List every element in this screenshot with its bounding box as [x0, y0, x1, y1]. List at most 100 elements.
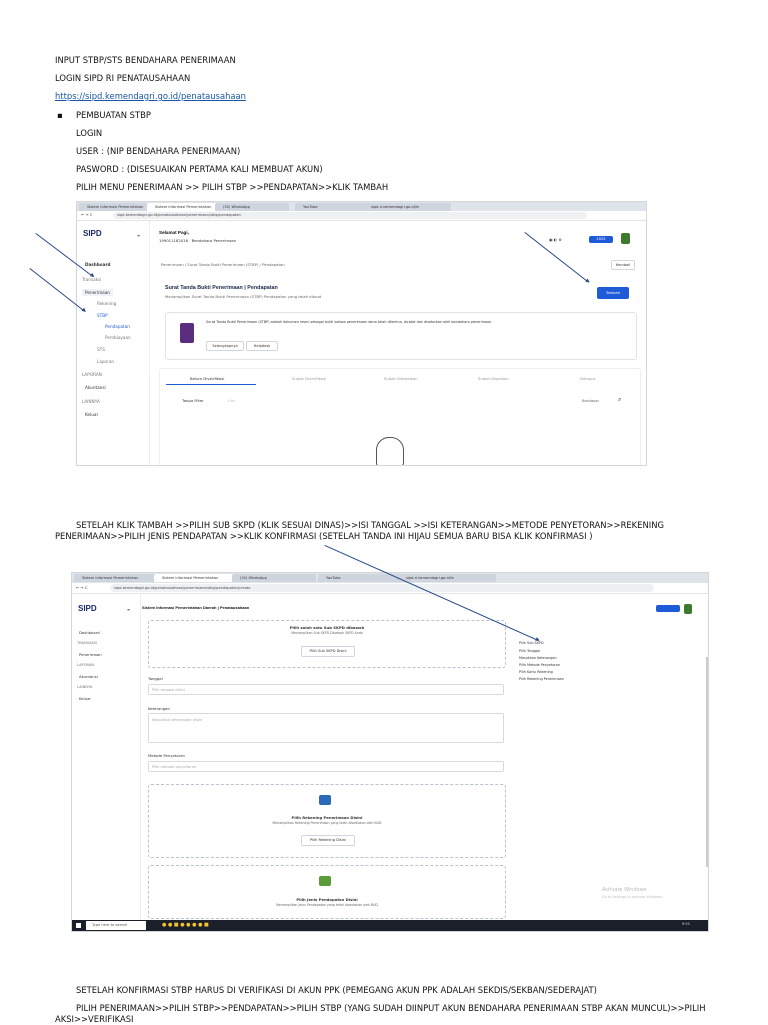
tab-sudah-dibatalkan[interactable]: Sudah Dibatalkan	[384, 376, 418, 381]
header-icons[interactable]: ▣ ◐ ⚙	[549, 237, 562, 242]
doc-heading-input-stbp: INPUT STBP/STS BENDAHARA PENERIMAAN	[55, 55, 236, 65]
page-subtitle: Menampilkan Surat Tanda Bukti Penerimaan…	[165, 294, 322, 299]
screenshot-stbp-list: Sistem Informasi Pemerintahan Sistem Inf…	[76, 201, 647, 466]
sidebar: SIPD ≡ Dashboard TRANSAKSI Penerimaan LA…	[72, 594, 141, 920]
jenis-subtitle: Menampilkan Jenis Pendapatan yang telah …	[276, 903, 378, 907]
sidebar-item-penerimaan[interactable]: Penerimaan	[82, 289, 113, 296]
browser-tab-bar: Sistem Informasi Pemerintahan Sistem Inf…	[77, 202, 646, 211]
browser-tab[interactable]: (32) WhatsApp	[215, 203, 289, 211]
url-field[interactable]: sipd.kemendagri.go.id/penatausahaan/pene…	[110, 584, 654, 592]
pilih-sub-skpd-subtitle: Menampilkan Sub SKPD Dibawah SKPD Anda	[291, 631, 363, 635]
document-icon	[180, 323, 194, 343]
browser-tab[interactable]: Sistem Informasi Pemerintahan	[74, 574, 158, 582]
tab-dihapus[interactable]: Dihapus	[580, 376, 596, 381]
scrollbar[interactable]	[706, 657, 708, 867]
screenshot-stbp-form: Sistem Informasi Pemerintahan Sistem Inf…	[71, 572, 709, 932]
search-input[interactable]: Cari	[228, 398, 236, 403]
helpdesk-button[interactable]: Helpdesk	[246, 341, 278, 351]
pilih-rekening-button[interactable]: Pilih Rekening Disini	[301, 835, 355, 846]
search-icon[interactable]: ⌕	[618, 396, 621, 404]
hamburger-icon[interactable]: ≡	[127, 607, 130, 612]
info-card: Surat Tanda Bukti Penerimaan (STBP) adal…	[165, 312, 637, 360]
browser-address-bar: ← → C sipd.kemendagri.go.id/penatausahaa…	[77, 211, 646, 221]
search-field-label: Berdasar	[582, 398, 600, 403]
browser-tab[interactable]: (32) WhatsApp	[232, 574, 316, 582]
rekening-title: Pilih Rekening Penerimaan Disini	[291, 815, 363, 820]
stbp-table-card: Belum Diverifikasi Sudah Diverifikasi Su…	[159, 368, 641, 465]
doc-menu-steps: PILIH MENU PENERIMAAN >> PILIH STBP >>PE…	[76, 182, 389, 192]
metode-select[interactable]: Pilih metode penyetoran	[148, 761, 504, 772]
sipd-logo: SIPD	[83, 229, 102, 238]
hamburger-icon[interactable]: ≡	[137, 233, 140, 238]
browser-tab[interactable]: Sistem Informasi Pemerintahan	[79, 203, 153, 211]
checklist-item: Masukkan Keterangan	[519, 656, 557, 660]
doc-paragraph-konfirmasi: SETELAH KLIK TAMBAH >>PILIH SUB SKPD (KL…	[55, 520, 664, 541]
sidebar-item-akuntansi[interactable]: Akuntansi	[79, 674, 98, 679]
info-text: Surat Tanda Bukti Penerimaan (STBP) adal…	[206, 320, 493, 324]
taskbar-app-icons[interactable]: ● ● ■ ● ● ● ● ■	[162, 922, 209, 928]
filter-button[interactable]: Tanpa Filter	[182, 398, 204, 403]
tanggal-input[interactable]: Pilih tanggal disini	[148, 684, 504, 695]
tab-sudah-disahkan[interactable]: Sudah Disahkan	[478, 376, 509, 381]
browser-address-bar: ← → C sipd.kemendagri.go.id/penatausahaa…	[72, 583, 708, 594]
sidebar-item-keluar[interactable]: Keluar	[85, 412, 98, 417]
browser-tab[interactable]: sipd-ri.kemendagri.go.id/in	[363, 203, 451, 211]
browser-tab[interactable]: YouTube	[295, 203, 369, 211]
windows-start-icon[interactable]	[76, 923, 81, 928]
keterangan-label: Keterangan	[148, 706, 170, 711]
doc-login-sipd: LOGIN SIPD RI PENATAUSAHAAN	[55, 73, 191, 83]
doc-paragraph-ppk-steps: PILIH PENERIMAAN>>PILIH STBP>>PENDAPATAN…	[55, 1003, 706, 1024]
browser-tab-active[interactable]: Sistem Informasi Pemerintahan	[154, 574, 238, 582]
greeting: Selamat Pagi,	[159, 230, 189, 235]
avatar[interactable]	[684, 604, 692, 614]
doc-login: LOGIN	[76, 128, 103, 138]
sidebar-item-stbp[interactable]: STBP	[97, 313, 108, 318]
sidebar: SIPD ≡ Dashboard Transaksi Penerimaan Re…	[77, 221, 150, 465]
progress-checklist: Pilih Sub SKPD Pilih Tanggal Masukkan Ke…	[519, 633, 699, 693]
rekening-card: Pilih Rekening Penerimaan Disini Menampi…	[148, 784, 506, 858]
sidebar-item-dashboard[interactable]: Dashboard	[85, 262, 111, 267]
tambah-button[interactable]: Tambah	[597, 287, 629, 299]
pilih-sub-skpd-title: Pilih salah satu Sub SKPD dibawah	[289, 625, 365, 630]
sidebar-item-penerimaan[interactable]: Penerimaan	[79, 652, 102, 657]
tab-belum-diverifikasi[interactable]: Belum Diverifikasi	[190, 376, 224, 381]
sidebar-item-akuntansi[interactable]: Akuntansi	[85, 385, 106, 390]
rekening-subtitle: Menampilkan Rekening Penerimaan yang tel…	[272, 821, 382, 825]
windows-watermark: Activate Windows	[602, 887, 647, 893]
sidebar-item-keluar[interactable]: Keluar	[79, 696, 91, 701]
bank-icon	[319, 795, 331, 805]
tab-sudah-diverifikasi[interactable]: Sudah Diverifikasi	[292, 376, 326, 381]
url-field[interactable]: sipd.kemendagri.go.id/penatausahaan/pene…	[113, 212, 587, 219]
sidebar-item-pendapatan[interactable]: Pendapatan	[105, 324, 130, 329]
user-subtitle: 199011182016 · Bendahara Penerimaan	[159, 238, 237, 243]
pilih-sub-skpd-card: Pilih salah satu Sub SKPD dibawah Menamp…	[148, 620, 506, 668]
avatar[interactable]	[621, 233, 630, 244]
sidebar-item-rekening[interactable]: Rekening	[97, 301, 116, 306]
browser-tab[interactable]: sipd-ri.kemendagri.go.id/in	[398, 574, 496, 582]
year-badge[interactable]: 2025	[589, 236, 613, 243]
year-badge[interactable]	[656, 605, 680, 612]
sidebar-item-laporan[interactable]: Laporan	[97, 359, 114, 364]
sidebar-section-laporan: LAPORAN	[77, 663, 95, 667]
breadcrumb: Penerimaan / Surat Tanda Bukti Penerimaa…	[161, 262, 285, 267]
sidebar-item-pembiayaan[interactable]: Pembiayaan	[105, 335, 131, 340]
checklist-item: Pilih Metode Penyetoran	[519, 663, 561, 667]
selengkapnya-button[interactable]: Selengkapnya	[206, 341, 244, 351]
doc-link-sipd[interactable]: https://sipd.kemendagri.go.id/penatausah…	[55, 91, 246, 102]
sidebar-item-sts[interactable]: STS	[97, 347, 105, 352]
checklist-item: Pilih Sub SKPD	[519, 641, 544, 645]
doc-password: PASWORD : (DISESUAIKAN PERTAMA KALI MEMB…	[76, 164, 323, 174]
metode-label: Metode Penyetoran	[148, 753, 185, 758]
back-forward-icons[interactable]: ← → C	[76, 585, 87, 590]
back-forward-icons[interactable]: ← → C	[81, 212, 92, 217]
checklist-item: Pilih Kartu Rekening	[519, 670, 553, 674]
keterangan-textarea[interactable]: Masukkan keterangan disini	[148, 713, 504, 743]
browser-tab-active[interactable]: Sistem Informasi Pemerintahan	[147, 203, 221, 211]
checklist-item: Pilih Tanggal	[519, 649, 541, 653]
kembali-button[interactable]: Kembali	[611, 260, 635, 270]
pilih-sub-skpd-button[interactable]: Pilih Sub SKPD Disini	[301, 646, 355, 657]
taskbar-search[interactable]: Type here to search	[86, 921, 146, 930]
page-title: Surat Tanda Bukti Penerimaan | Pendapata…	[165, 285, 278, 291]
doc-pembuatan-stbp: PEMBUATAN STBP	[76, 110, 151, 120]
sidebar-item-dashboard[interactable]: Dashboard	[79, 630, 100, 635]
